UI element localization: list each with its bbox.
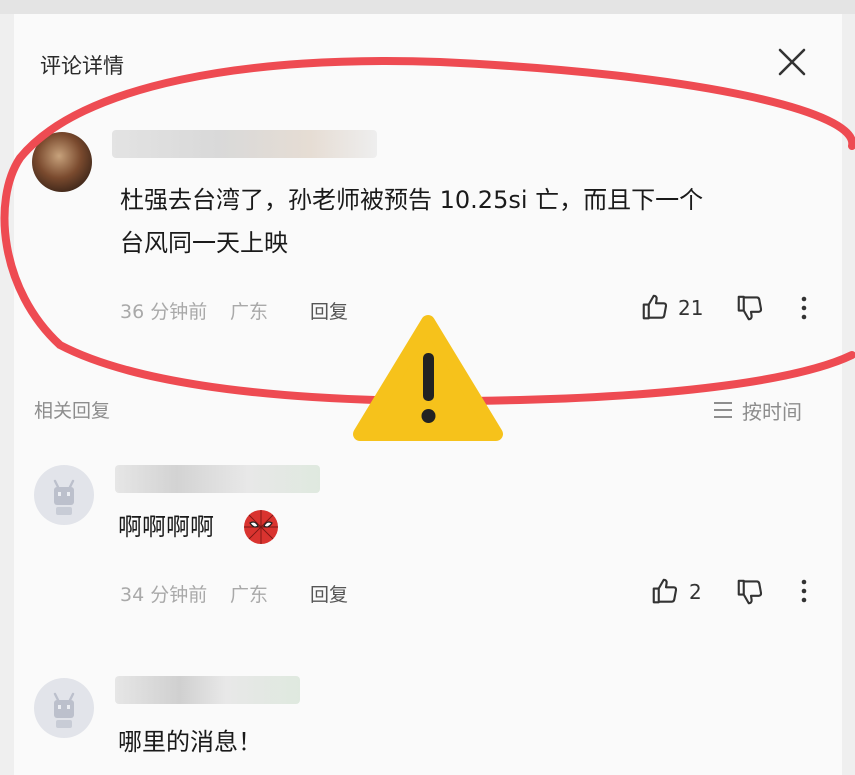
more-icon[interactable]	[792, 578, 816, 608]
avatar[interactable]	[34, 465, 94, 525]
reply-time: 34 分钟前	[120, 584, 208, 606]
reply-button[interactable]: 回复	[310, 297, 348, 324]
sort-by-time-button[interactable]: 按时间	[742, 396, 802, 425]
more-icon[interactable]	[792, 295, 816, 325]
related-replies-label: 相关回复	[34, 400, 111, 422]
username-blurred[interactable]	[112, 130, 377, 158]
sort-icon[interactable]	[712, 400, 734, 424]
comment-detail-panel	[14, 14, 842, 775]
like-count: 2	[689, 580, 702, 604]
dislike-icon[interactable]	[735, 293, 765, 327]
top-strip	[0, 0, 855, 14]
comment-text-line-1: 杜强去台湾了，孙老师被预告 10.25si 亡，而且下一个	[120, 186, 704, 214]
reply-location: 广东	[230, 584, 269, 606]
comment-time: 36 分钟前	[120, 301, 208, 323]
reply-button[interactable]: 回复	[310, 580, 348, 607]
close-icon[interactable]	[772, 42, 812, 82]
reply-text: 哪里的消息！	[118, 728, 262, 756]
like-icon[interactable]	[650, 576, 680, 610]
reply-text: 啊啊啊啊	[118, 513, 214, 541]
like-icon[interactable]	[640, 292, 670, 326]
avatar[interactable]	[34, 678, 94, 738]
username-blurred[interactable]	[115, 676, 300, 704]
comment-text-line-2: 台风同一天上映	[120, 229, 288, 257]
like-count: 21	[678, 296, 704, 320]
spider-mask-emoji-icon	[242, 508, 280, 550]
comment-location: 广东	[230, 301, 269, 323]
dislike-icon[interactable]	[735, 577, 765, 611]
username-blurred[interactable]	[115, 465, 320, 493]
panel-title: 评论详情	[40, 54, 124, 78]
avatar[interactable]	[32, 132, 92, 192]
